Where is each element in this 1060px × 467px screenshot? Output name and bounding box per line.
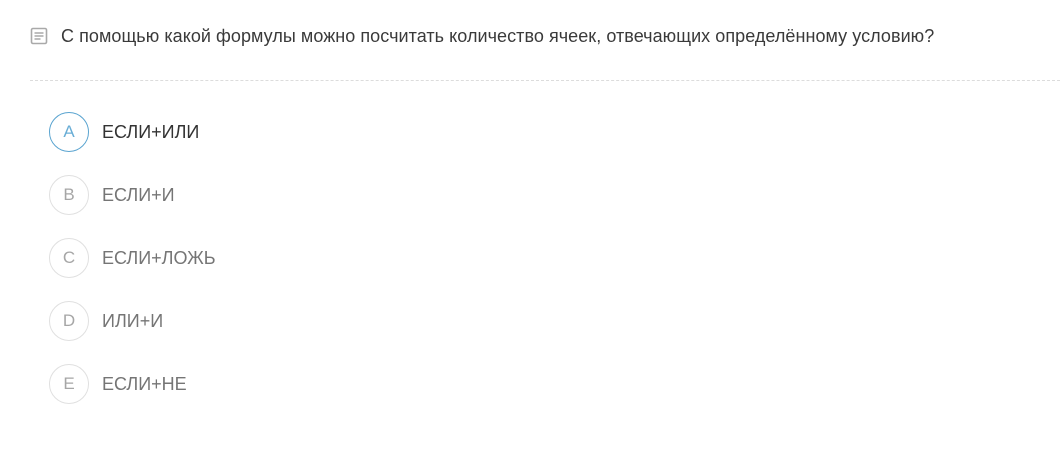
option-label: ЕСЛИ+ЛОЖЬ (102, 247, 216, 268)
question-text: С помощью какой формулы можно посчитать … (61, 25, 935, 46)
option-letter-badge: A (49, 112, 89, 152)
option-letter-badge: B (49, 175, 89, 215)
answer-option-c[interactable]: C ЕСЛИ+ЛОЖЬ (49, 238, 549, 278)
question-divider (30, 80, 1060, 81)
answer-option-e[interactable]: E ЕСЛИ+НЕ (49, 364, 549, 404)
option-letter-badge: E (49, 364, 89, 404)
answer-option-a[interactable]: A ЕСЛИ+ИЛИ (49, 112, 549, 152)
option-label: ЕСЛИ+НЕ (102, 373, 187, 394)
answer-options-list: A ЕСЛИ+ИЛИ B ЕСЛИ+И C ЕСЛИ+ЛОЖЬ D ИЛИ+И … (49, 112, 549, 427)
option-letter-badge: C (49, 238, 89, 278)
answer-option-b[interactable]: B ЕСЛИ+И (49, 175, 549, 215)
document-lines-icon (30, 27, 48, 45)
question-header: С помощью какой формулы можно посчитать … (30, 24, 934, 48)
option-label: ЕСЛИ+И (102, 184, 175, 205)
option-label: ИЛИ+И (102, 310, 164, 331)
answer-option-d[interactable]: D ИЛИ+И (49, 301, 549, 341)
option-letter-badge: D (49, 301, 89, 341)
option-label: ЕСЛИ+ИЛИ (102, 121, 200, 142)
